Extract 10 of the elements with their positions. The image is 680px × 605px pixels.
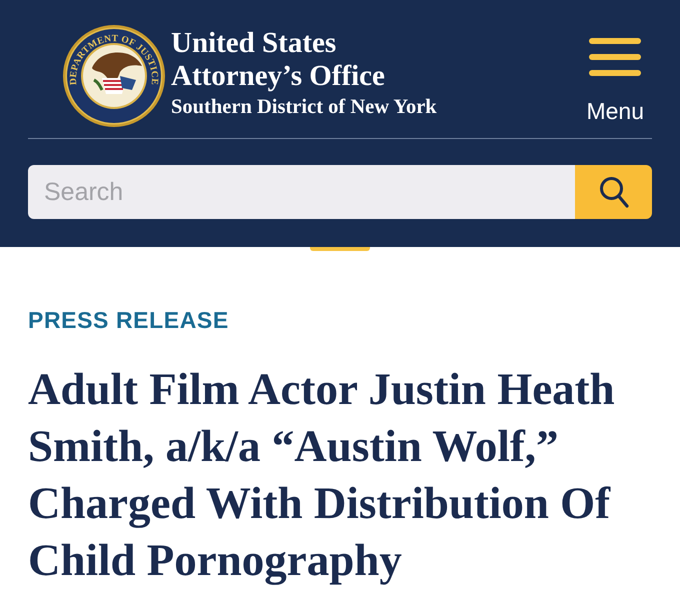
accent-bar xyxy=(310,247,370,251)
site-title: United States Attorney’s Office xyxy=(171,27,385,93)
menu-icon xyxy=(589,38,642,76)
search-field[interactable]: Search xyxy=(28,165,575,219)
article-headline: Adult Film Actor Justin Heath Smith, a/k/a “Austin Wolf,” Charged With Distribution Of Child Pornography xyxy=(28,363,615,587)
category-label: PRESS RELEASE xyxy=(28,307,229,333)
site-subtitle: Southern District of New York xyxy=(171,95,437,119)
search-icon xyxy=(598,176,628,208)
search-button[interactable] xyxy=(575,165,652,219)
menu-button[interactable]: Menu xyxy=(586,38,644,124)
